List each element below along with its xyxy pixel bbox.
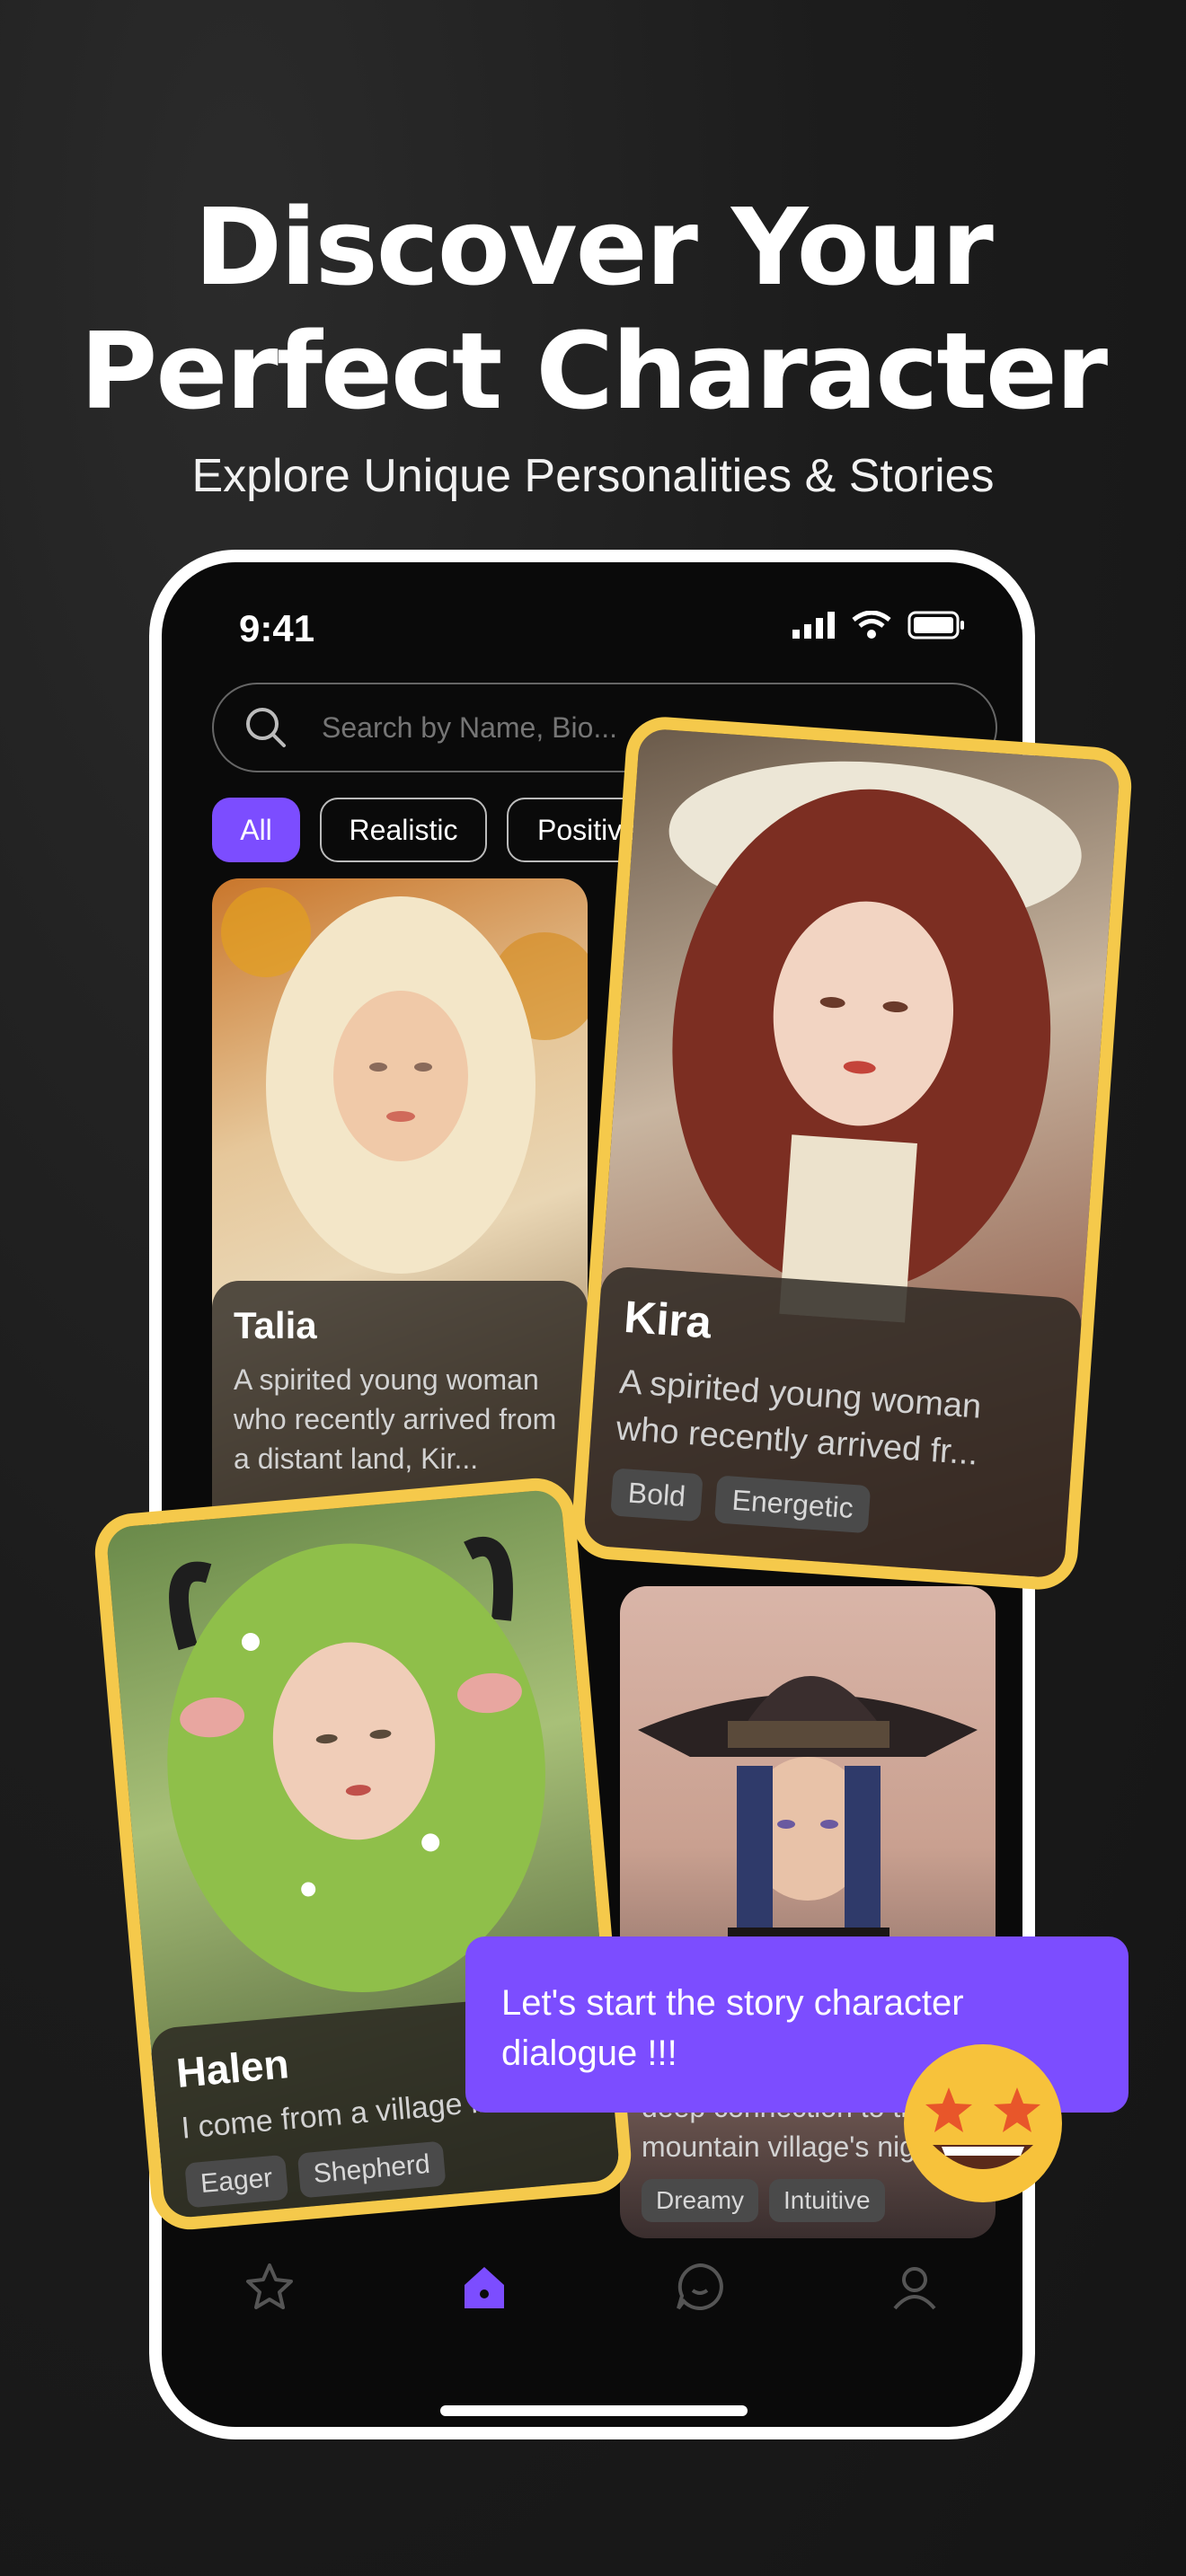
battery-icon: [907, 611, 964, 640]
star-struck-emoji-icon: [904, 2044, 1062, 2202]
status-time: 9:41: [239, 607, 315, 649]
status-icons: [792, 611, 965, 640]
filter-chip-realistic[interactable]: Realistic: [320, 798, 487, 862]
talia-portrait: [221, 887, 588, 1274]
character-card-kira[interactable]: Kira A spirited young woman who recently…: [569, 714, 1135, 1592]
card-name: Talia: [234, 1304, 317, 1346]
home-icon[interactable]: [457, 2260, 511, 2314]
character-card-talia[interactable]: Talia A spirited young woman who recentl…: [212, 878, 588, 1545]
wifi-icon: [852, 611, 891, 639]
home-indicator: [440, 2405, 748, 2416]
tag: Shepherd: [296, 2140, 447, 2199]
star-icon[interactable]: [243, 2260, 296, 2314]
profile-icon[interactable]: [888, 2260, 942, 2314]
signal-icon: [792, 612, 835, 639]
card-info: Kira A spirited young woman who recently…: [582, 1265, 1084, 1579]
search-icon: [246, 708, 286, 747]
card-bio: A spirited young woman who recently arri…: [615, 1363, 983, 1473]
tag: Energetic: [713, 1475, 872, 1534]
tag: Intuitive: [769, 2179, 885, 2222]
headline-line-2: Perfect Character: [79, 309, 1108, 433]
subtitle: Explore Unique Personalities & Stories: [191, 450, 995, 502]
tag: Dreamy: [642, 2179, 759, 2222]
filter-chip-all[interactable]: All: [212, 798, 300, 862]
card-name: Kira: [622, 1291, 713, 1348]
card-bio: A spirited young woman who recently arri…: [234, 1363, 557, 1475]
headline-line-1: Discover Your: [194, 185, 994, 309]
character-card-halen[interactable]: Halen I come from a village in t... Eage…: [92, 1475, 634, 2233]
tag: Eager: [184, 2154, 289, 2209]
tab-bar: [162, 2233, 1022, 2341]
kira-portrait: [668, 761, 1082, 1323]
tag: Bold: [610, 1468, 704, 1522]
chat-icon[interactable]: [673, 2260, 727, 2314]
